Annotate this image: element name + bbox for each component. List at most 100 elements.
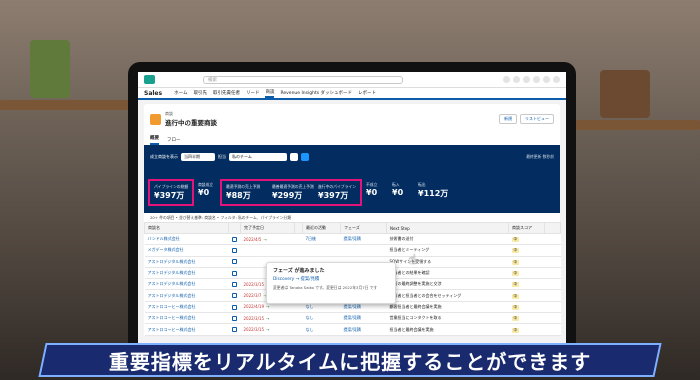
checkbox-icon[interactable] [231,315,237,321]
opportunity-name-link[interactable]: アストロデジタル株式会社 [148,270,196,275]
opportunity-name-link[interactable]: アストロコーヒー株式会社 [148,327,196,332]
checkbox-icon[interactable] [231,259,237,265]
kpi-value: ¥397万 [154,191,185,200]
kpi-moved-out[interactable]: 転出 ¥112万 [414,179,460,206]
opportunity-name-link[interactable]: アストロデジタル株式会社 [148,259,196,264]
column-header[interactable]: 完了予定日 [240,222,295,234]
checkbox-icon[interactable] [231,304,237,310]
checkbox-icon[interactable] [231,282,237,288]
nav-item-leads[interactable]: リード [246,90,260,96]
filter-label: 担当 [218,154,226,159]
opportunity-name-link[interactable]: バンドル株式会社 [148,236,180,241]
close-date: 2022/3/15 [243,315,265,321]
kpi-row: パイプラインの総額 ¥397万 商談成立 ¥0 最適予測の売上予測 ¥88万 最善最適… [148,179,460,206]
nav-item-home[interactable]: ホーム [174,90,187,96]
owner-select[interactable]: 私のチーム [229,153,287,161]
opportunity-name-link[interactable]: アストロデジタル株式会社 [148,293,196,298]
close-date: 2022/4/19 [243,304,265,310]
table-row[interactable]: メガデータ株式会社 担当者とミーティング中 [144,244,561,257]
tab-overview[interactable]: 概要 [150,135,159,145]
search-icon[interactable] [290,153,298,161]
score-badge: 中 [511,293,520,299]
opportunity-name-link[interactable]: アストロコーヒー株式会社 [148,304,196,309]
column-header[interactable]: Next Step [386,222,509,234]
opportunity-name-link[interactable]: アストロコーヒー株式会社 [148,315,196,320]
new-button[interactable]: 新規 [499,114,517,124]
app-name: Sales [144,89,163,97]
list-view-button[interactable]: リストビュー [520,114,554,124]
column-header[interactable]: 最近の活動 [302,222,341,234]
score-badge: 中 [511,248,520,254]
search-input[interactable]: 検索 [203,75,403,84]
app-nav: Sales ホーム 取引先 取引先責任者 リード 商談 Revenue Insi… [138,88,566,100]
checkbox-icon[interactable] [231,293,237,299]
checkbox-icon[interactable] [231,327,237,333]
score-badge: 中 [511,316,520,322]
nav-item-revenue-insights[interactable]: Revenue Insights ダッシュボード [280,90,352,96]
caption-text: 重要指標をリアルタイムに把握することができます [108,349,592,374]
nav-item-reports[interactable]: レポート [358,90,376,96]
column-header[interactable] [544,222,561,234]
checkbox-icon[interactable] [231,248,237,254]
bell-icon[interactable] [543,76,550,83]
tab-flow[interactable]: フロー [167,137,181,145]
kpi-total-pipeline[interactable]: パイプラインの総額 ¥397万 [148,179,194,206]
favorites-icon[interactable] [503,76,510,83]
activity-text: なし [305,303,314,309]
kpi-open-pipeline[interactable]: 進行中のパイプライン ¥397万 [314,181,360,204]
nav-item-accounts[interactable]: 取引先 [193,90,207,96]
phase-text: 提案/見積 [343,236,361,242]
checkbox-icon[interactable] [231,270,237,276]
nav-item-contacts[interactable]: 取引先責任者 [213,90,240,96]
score-badge: 中 [511,271,520,277]
close-date: 2022/4/5 [243,236,262,242]
opportunity-name-link[interactable]: アストロデジタル株式会社 [148,281,196,286]
score-badge: 中 [511,282,520,288]
table-row[interactable]: アストロコーヒー株式会社 2022/3/15 → なし 提案/見積 担当者と最終会議を実施… [144,323,561,336]
table-row[interactable]: アストロコーヒー株式会社 2022/3/15 → なし 提案/見積 営業担当にコンタクトを… [144,312,561,325]
column-header[interactable] [294,222,303,234]
popover-title: フェーズ が進みました [273,268,325,274]
close-date: 2022/3/15 [243,281,265,287]
kpi-closed-won[interactable]: 商談成立 ¥0 [194,179,220,206]
settings-icon[interactable] [533,76,540,83]
filter-row: 成立商談を表示 当四半期 担当 私のチーム [150,153,309,161]
kpi-closed-lost[interactable]: 不成立 ¥0 [362,179,388,206]
activity-text: なし [305,315,314,321]
nav-item-opportunities[interactable]: 商談 [265,89,275,98]
kpi-value: ¥397万 [318,191,349,200]
popover-phase-line: Discovery → 提案/見積 [273,276,389,282]
caption-banner: 重要指標をリアルタイムに把握することができます [38,343,662,377]
kpi-commit-forecast[interactable]: 最適予測の売上予測 ¥88万 [222,181,268,204]
arrow-right-icon: → [266,304,270,310]
avatar[interactable] [553,76,560,83]
table-row[interactable]: バンドル株式会社 2022/4/5 → 7日後 提案/見積 技術書の送付 中 [144,233,561,246]
period-select[interactable]: 当四半期 [181,153,215,161]
object-label: 商談 [165,111,173,116]
add-icon[interactable] [513,76,520,83]
kpi-best-case-forecast[interactable]: 最善最適予測の売上予測 ¥299万 [268,181,314,204]
column-header[interactable] [228,222,241,234]
next-step-text: 担当者と最終会議を実施 [389,326,434,332]
opportunity-name-link[interactable]: メガデータ株式会社 [148,247,184,252]
checkbox-icon[interactable] [231,236,237,242]
score-badge: 中 [511,304,520,310]
last-updated: 最終更新 数秒前 [526,154,554,159]
arrow-right-icon: → [263,236,267,242]
column-header[interactable]: 商談スコア [508,222,545,234]
phase-change-text: Discovery → 提案/見積 [273,277,320,282]
kpi-label: パイプラインの総額 [154,184,189,189]
list-view-header: 商談 進行中の重要商談 新規 リストビュー [144,104,560,134]
help-icon[interactable] [523,76,530,83]
close-date: 2022/3/7 [243,293,262,299]
kpi-value: ¥88万 [226,191,251,200]
column-header[interactable]: フェーズ [340,222,387,234]
kpi-moved-in[interactable]: 転入 ¥0 [388,179,414,206]
list-view-title[interactable]: 進行中の重要商談 [165,119,217,127]
pipeline-dashboard: 成立商談を表示 当四半期 担当 私のチーム 最終更新 数秒前 パイプラインの総額… [144,145,560,213]
arrow-right-icon: → [266,315,270,321]
filter-icon[interactable] [301,153,309,161]
kpi-value: ¥299万 [272,191,303,200]
column-header[interactable]: 商談名 [144,222,229,234]
activity-text: 7日後 [305,236,317,242]
